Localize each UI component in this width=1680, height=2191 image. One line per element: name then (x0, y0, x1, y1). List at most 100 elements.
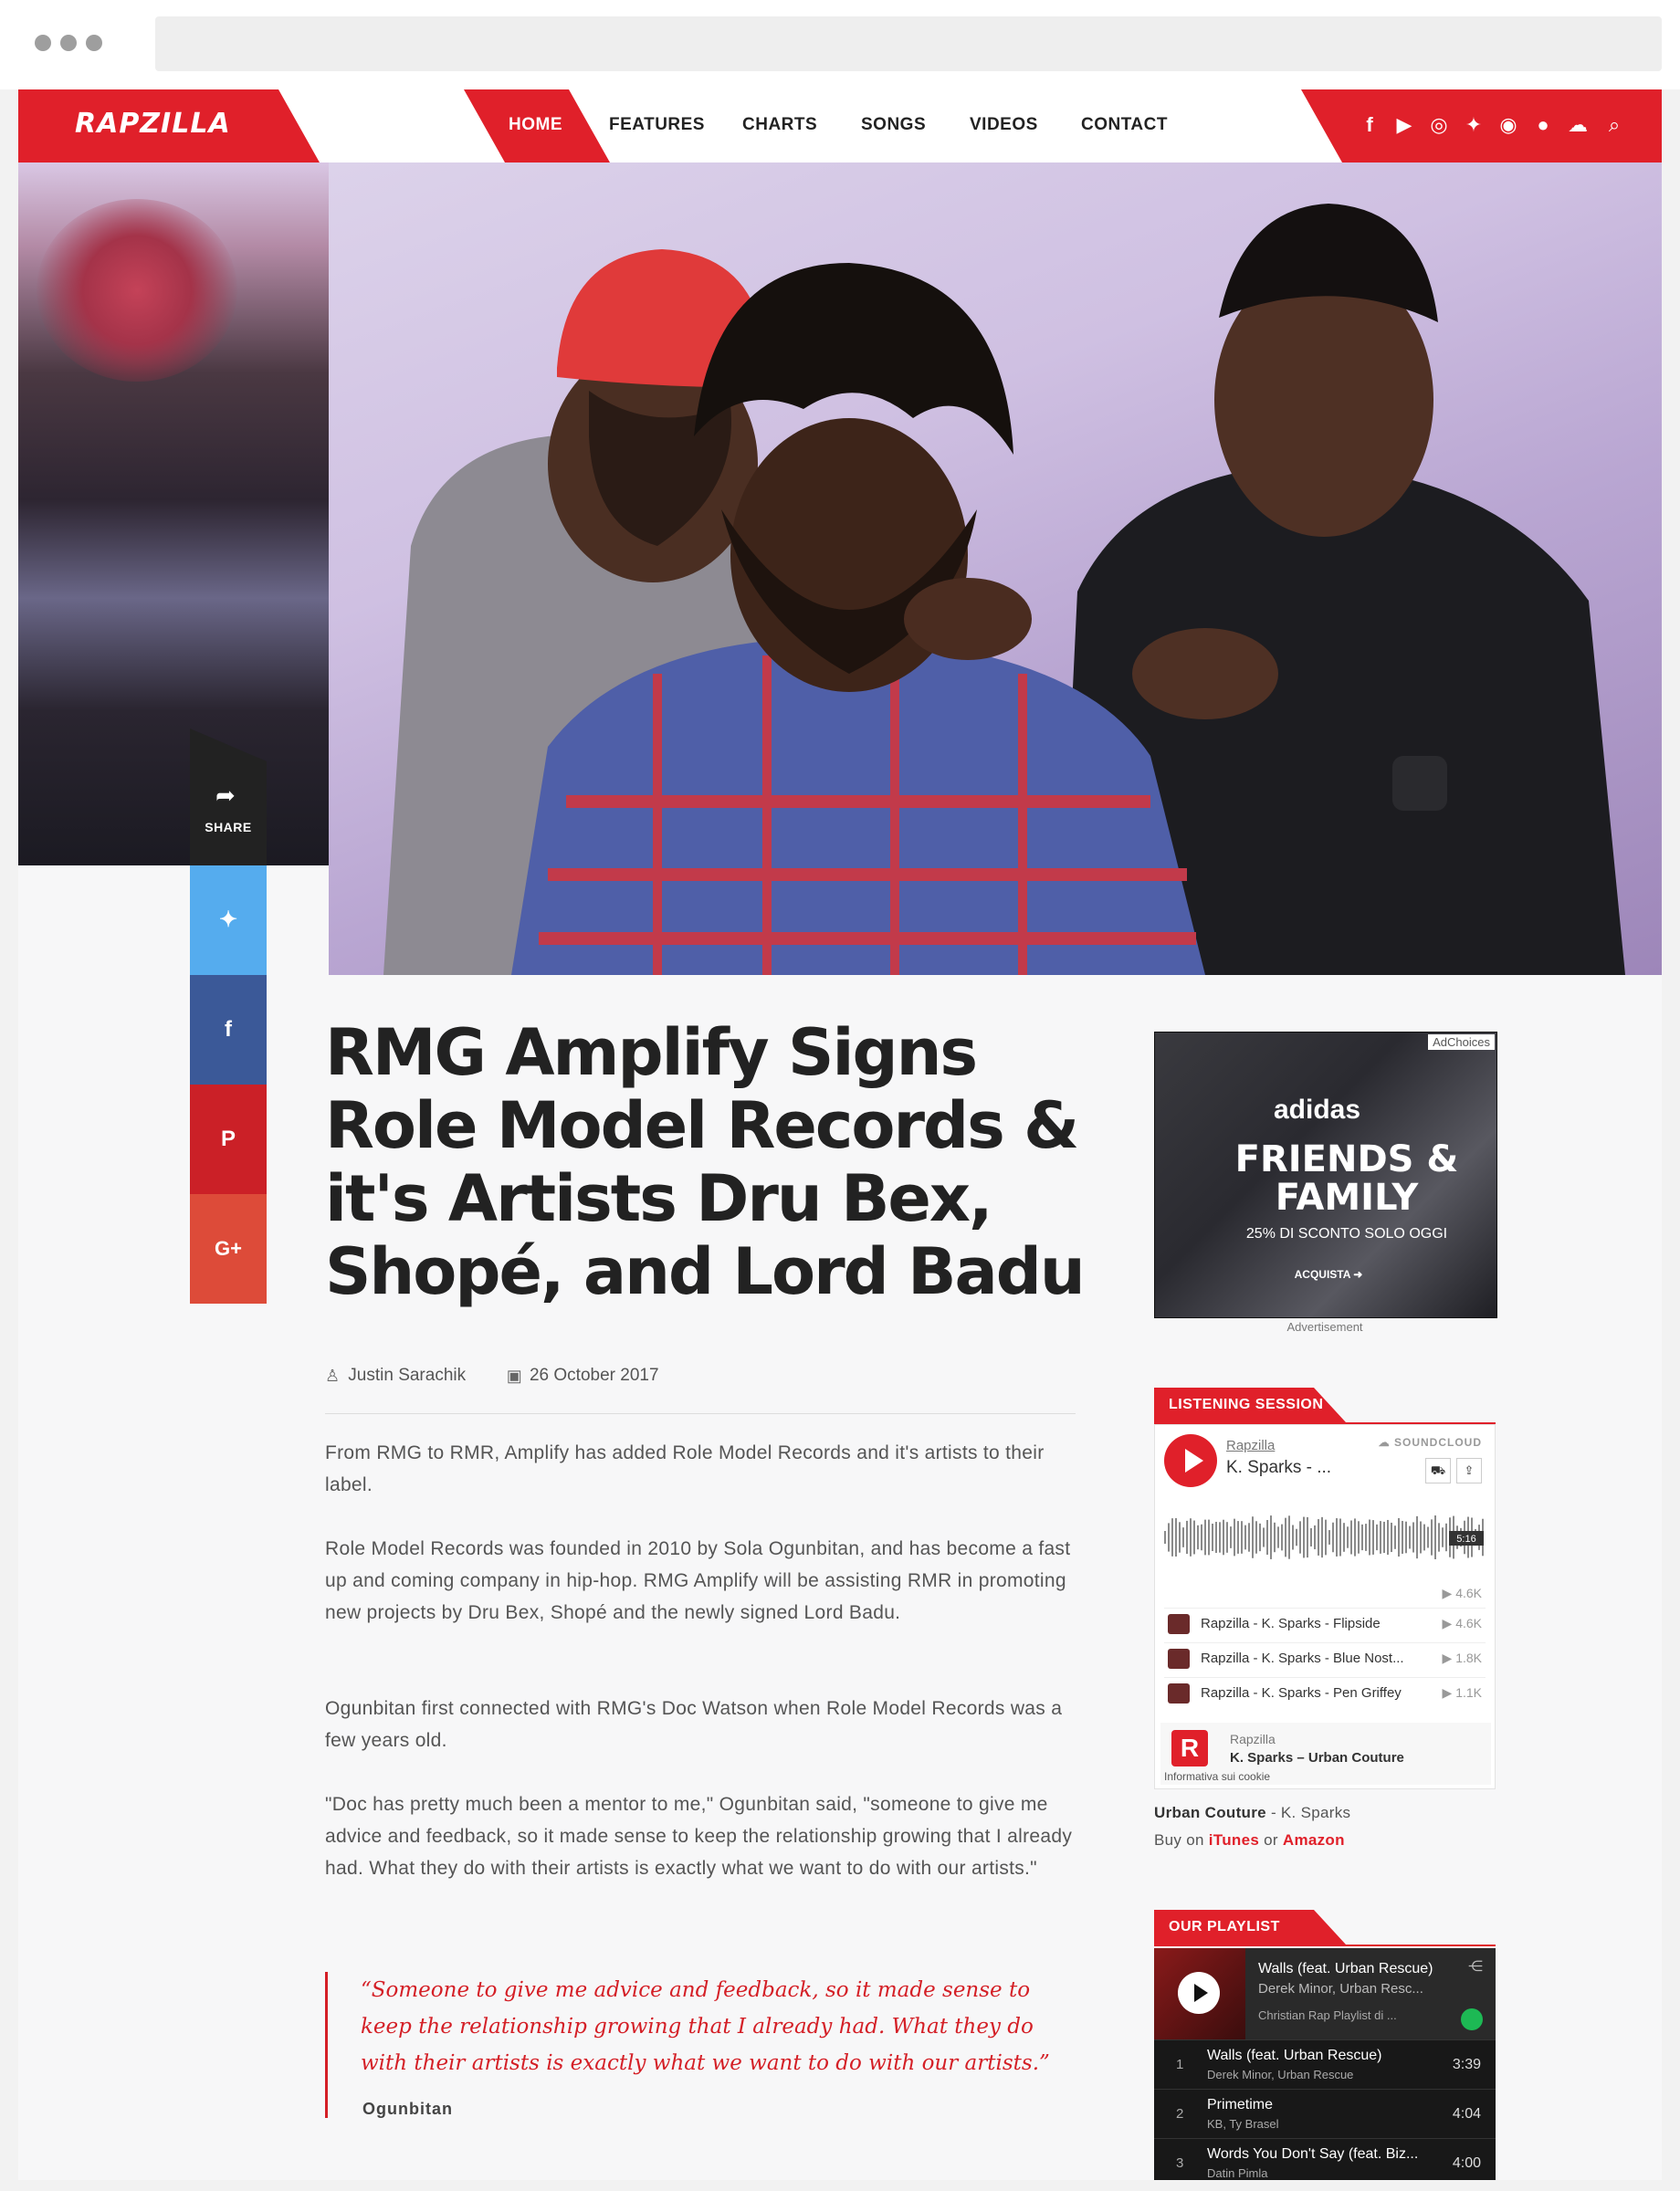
search-icon[interactable]: ⌕ (1602, 113, 1626, 137)
share-icon[interactable]: ⋲ (1468, 1957, 1483, 1976)
waveform-bar (1423, 1524, 1425, 1551)
playlist-track-row[interactable]: 3 Words You Don't Say (feat. Biz... Dati… (1154, 2138, 1496, 2180)
spotify-now-playing: Walls (feat. Urban Rescue) Derek Minor, … (1154, 1948, 1496, 2039)
waveform-bar (1296, 1528, 1297, 1546)
apple-icon[interactable]: ● (1531, 113, 1555, 137)
soundcloud-track[interactable]: K. Sparks - ... (1226, 1458, 1331, 1478)
amazon-link[interactable]: Amazon (1283, 1831, 1345, 1849)
waveform-bar (1168, 1523, 1170, 1552)
album-caption: Urban Couture - K. Sparks (1154, 1804, 1350, 1822)
soundcloud-footer[interactable]: R Rapzilla K. Sparks – Urban Couture Inf… (1160, 1723, 1491, 1785)
waveform-bar (1405, 1521, 1407, 1554)
spotify-widget: Walls (feat. Urban Rescue) Derek Minor, … (1154, 1948, 1496, 2180)
waveform-bar (1171, 1518, 1173, 1557)
soundcloud-user[interactable]: Rapzilla (1226, 1438, 1275, 1453)
waveform-bar (1372, 1520, 1374, 1555)
waveform-bar (1328, 1530, 1330, 1545)
pinterest-icon: P (220, 1127, 236, 1151)
waveform-bar (1402, 1521, 1403, 1554)
nav-item-home[interactable]: HOME (509, 115, 562, 135)
waveform-bar (1310, 1528, 1312, 1546)
waveform-bar (1358, 1521, 1360, 1554)
address-bar[interactable] (155, 16, 1662, 71)
waveform-bar (1445, 1523, 1447, 1552)
track-name: Rapzilla - K. Sparks - Flipside (1201, 1616, 1381, 1631)
waveform-bar (1226, 1522, 1228, 1553)
soundcloud-icon[interactable]: ☁ (1566, 113, 1590, 137)
playlist-track-row[interactable]: 1 Walls (feat. Urban Rescue) Derek Minor… (1154, 2039, 1496, 2090)
soundcloud-waveform[interactable]: 5:16 (1164, 1496, 1486, 1578)
nav-item-videos[interactable]: VIDEOS (970, 115, 1038, 135)
calendar-icon: ▣ (506, 1366, 522, 1385)
logo-block[interactable]: RAPZILLA (18, 89, 320, 162)
ad-headline: FRIENDS & FAMILY (1234, 1138, 1459, 1219)
waveform-bar (1307, 1516, 1308, 1558)
waveform-bar (1387, 1519, 1389, 1556)
now-playing-title[interactable]: Walls (feat. Urban Rescue) (1258, 1961, 1433, 1977)
track-duration: 4:00 (1452, 2155, 1481, 2171)
waveform-bar (1248, 1523, 1250, 1552)
waveform-bar (1303, 1516, 1305, 1558)
soundcloud-buy-button[interactable]: ⛟ (1425, 1458, 1451, 1483)
waveform-bar (1182, 1527, 1184, 1547)
playlist-track-row[interactable]: 2 Primetime KB, Ty Brasel 4:04 (1154, 2089, 1496, 2139)
waveform-bar (1197, 1525, 1199, 1550)
article-paragraph-1: From RMG to RMR, Amplify has added Role … (325, 1442, 1045, 1495)
soundcloud-track-row[interactable]: Rapzilla - K. Sparks - Blue Nost... ▶ 1.… (1164, 1642, 1486, 1674)
waveform-bar (1321, 1516, 1323, 1558)
itunes-link[interactable]: iTunes (1209, 1831, 1259, 1849)
rapzilla-r-logo: R (1171, 1730, 1208, 1766)
playlist-name[interactable]: Christian Rap Playlist di ... (1258, 2008, 1397, 2022)
our-playlist-rule (1154, 1945, 1496, 1946)
spotify-icon[interactable] (1461, 2008, 1483, 2030)
window-maximize-dot[interactable] (86, 35, 102, 51)
window-minimize-dot[interactable] (60, 35, 77, 51)
our-playlist-heading: OUR PLAYLIST (1154, 1910, 1346, 1945)
nav-item-songs[interactable]: SONGS (861, 115, 926, 135)
hero-image (329, 162, 1662, 975)
twitter-icon[interactable]: ✦ (1462, 113, 1486, 137)
waveform-bar (1288, 1515, 1290, 1559)
soundcloud-brand: SOUNDCLOUD (1394, 1436, 1482, 1449)
nav-item-charts[interactable]: CHARTS (742, 115, 817, 135)
share-twitter-button[interactable]: ✦ (190, 865, 267, 975)
soundcloud-play-button[interactable] (1164, 1434, 1217, 1487)
nav-item-contact[interactable]: CONTACT (1081, 115, 1168, 135)
share-pinterest-button[interactable]: P (190, 1085, 267, 1194)
soundcloud-share-button[interactable]: ⇪ (1456, 1458, 1482, 1483)
soundcloud-track-row[interactable]: Rapzilla - K. Sparks - Pen Griffey ▶ 1.1… (1164, 1677, 1486, 1709)
instagram-icon[interactable]: ◎ (1427, 113, 1451, 137)
advertisement-banner[interactable]: AdChoices adidas FRIENDS & FAMILY 25% DI… (1154, 1032, 1497, 1318)
waveform-bar (1332, 1522, 1334, 1553)
spotify-play-button[interactable] (1178, 1972, 1220, 2014)
waveform-bar (1186, 1520, 1188, 1555)
waveform-bar (1369, 1519, 1370, 1556)
window-close-dot[interactable] (35, 35, 51, 51)
waveform-bar (1339, 1518, 1341, 1557)
spotify-icon[interactable]: ◉ (1496, 113, 1520, 137)
waveform-bar (1175, 1518, 1177, 1557)
soundcloud-logo[interactable]: ☁ SOUNDCLOUD (1379, 1436, 1482, 1449)
youtube-icon[interactable]: ▶ (1392, 113, 1416, 137)
share-google-plus-button[interactable]: G+ (190, 1194, 267, 1304)
site-logo[interactable]: RAPZILLA (75, 108, 231, 140)
article-author[interactable]: Justin Sarachik (348, 1366, 466, 1385)
waveform-bar (1274, 1522, 1276, 1553)
cookie-notice-link[interactable]: Informativa sui cookie (1164, 1770, 1270, 1783)
share-label: SHARE (205, 820, 252, 834)
ad-cta-button[interactable]: ACQUISTA ➜ (1274, 1268, 1383, 1281)
footer-track: K. Sparks – Urban Couture (1230, 1750, 1404, 1766)
track-thumbnail (1168, 1614, 1190, 1634)
facebook-icon[interactable]: f (1358, 113, 1381, 137)
waveform-bar (1420, 1521, 1422, 1554)
share-facebook-button[interactable]: f (190, 975, 267, 1085)
waveform-bar (1179, 1522, 1181, 1553)
track-artist: Datin Pimla (1207, 2166, 1268, 2180)
page: RAPZILLA HOME FEATURES CHARTS SONGS VIDE… (18, 89, 1662, 2180)
adchoices-badge[interactable]: AdChoices (1428, 1034, 1495, 1050)
now-playing-artist[interactable]: Derek Minor, Urban Resc... (1258, 1981, 1423, 1997)
waveform-bar (1223, 1519, 1224, 1556)
waveform-bar (1409, 1525, 1411, 1549)
soundcloud-track-row[interactable]: Rapzilla - K. Sparks - Flipside ▶ 4.6K (1164, 1608, 1486, 1640)
nav-item-features[interactable]: FEATURES (609, 115, 705, 135)
